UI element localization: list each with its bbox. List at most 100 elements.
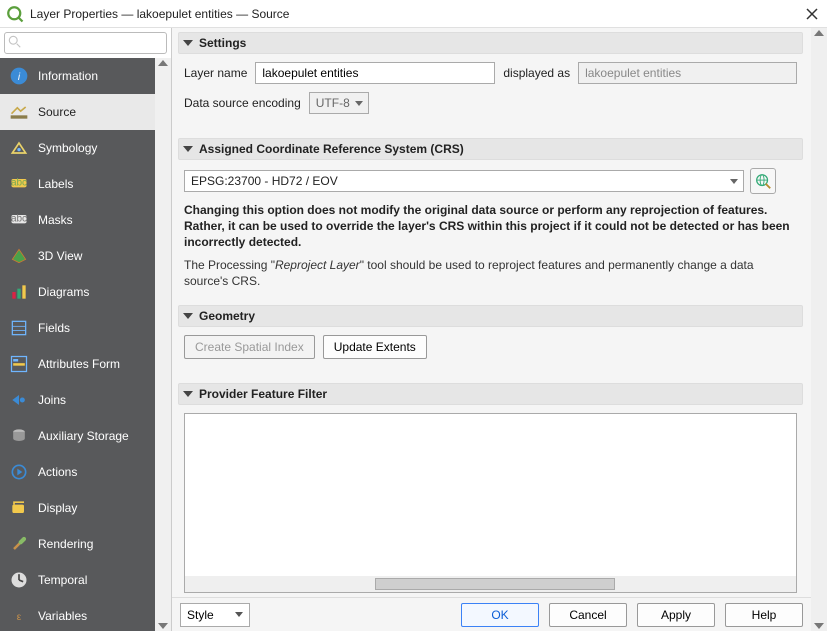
main-scrollbar[interactable]	[811, 28, 827, 631]
crs-picker-button[interactable]	[750, 168, 776, 194]
sidebar-item-label: Rendering	[38, 537, 93, 551]
section-header-geometry[interactable]: Geometry	[178, 305, 803, 327]
scroll-up-icon[interactable]	[158, 60, 168, 66]
close-button[interactable]	[803, 5, 821, 23]
sidebar-item-label: Display	[38, 501, 77, 515]
sidebar-item-variables[interactable]: ε Variables	[0, 598, 155, 631]
crs-hint-text: The Processing "Reproject Layer" tool sh…	[184, 257, 797, 289]
apply-button[interactable]: Apply	[637, 603, 715, 627]
sidebar-item-label: Source	[38, 105, 76, 119]
sidebar-item-diagrams[interactable]: Diagrams	[0, 274, 155, 310]
displayed-as-input	[578, 62, 797, 84]
collapse-icon	[183, 146, 193, 152]
sidebar-icon: abc	[8, 173, 30, 195]
app-logo	[6, 5, 24, 23]
sidebar-item-label: Temporal	[38, 573, 87, 587]
svg-text:ε: ε	[17, 612, 22, 623]
sidebar-icon	[8, 317, 30, 339]
sidebar-item-actions[interactable]: Actions	[0, 454, 155, 490]
sidebar: i Information Source Symbology abc Labels abc M…	[0, 58, 171, 631]
sidebar-item-information[interactable]: i Information	[0, 58, 155, 94]
sidebar-item-attributes-form[interactable]: Attributes Form	[0, 346, 155, 382]
sidebar-item-label: Masks	[38, 213, 73, 227]
section-title: Assigned Coordinate Reference System (CR…	[199, 142, 464, 156]
sidebar-icon	[8, 353, 30, 375]
crs-warning-text: Changing this option does not modify the…	[184, 202, 797, 251]
sidebar-item-label: Actions	[38, 465, 77, 479]
sidebar-icon	[8, 101, 30, 123]
svg-text:abc: abc	[11, 178, 27, 189]
displayed-as-label: displayed as	[503, 66, 570, 80]
window-title: Layer Properties — lakoepulet entities —…	[30, 7, 803, 21]
sidebar-scrollbar[interactable]	[155, 58, 171, 631]
sidebar-search-wrap	[0, 28, 171, 58]
collapse-icon	[183, 391, 193, 397]
sidebar-item-joins[interactable]: Joins	[0, 382, 155, 418]
scroll-up-icon[interactable]	[814, 30, 824, 36]
ok-button[interactable]: OK	[461, 603, 539, 627]
sidebar-icon	[8, 461, 30, 483]
sidebar-item-label: Diagrams	[38, 285, 89, 299]
style-menu-button[interactable]: Style	[180, 603, 250, 627]
dialog-footer: Style OK Cancel Apply Help	[172, 597, 811, 631]
sidebar-item-label: Labels	[38, 177, 73, 191]
sidebar-item-fields[interactable]: Fields	[0, 310, 155, 346]
sidebar-icon	[8, 281, 30, 303]
search-icon	[8, 35, 22, 49]
sidebar-item-temporal[interactable]: Temporal	[0, 562, 155, 598]
section-title: Provider Feature Filter	[199, 387, 327, 401]
scroll-down-icon[interactable]	[158, 623, 168, 629]
sidebar-item-label: Auxiliary Storage	[38, 429, 129, 443]
section-header-settings[interactable]: Settings	[178, 32, 803, 54]
sidebar-icon	[8, 389, 30, 411]
svg-text:abc: abc	[11, 214, 27, 225]
sidebar-item-label: Variables	[38, 609, 87, 623]
encoding-combo[interactable]: UTF-8	[309, 92, 369, 114]
sidebar-item-label: Fields	[38, 321, 70, 335]
sidebar-item-label: Joins	[38, 393, 66, 407]
sidebar-item-label: Attributes Form	[38, 357, 120, 371]
filter-textarea[interactable]	[184, 413, 797, 593]
sidebar-icon	[8, 425, 30, 447]
section-header-filter[interactable]: Provider Feature Filter	[178, 383, 803, 405]
filter-hscrollbar[interactable]	[185, 576, 796, 592]
sidebar-item-3d-view[interactable]: 3D View	[0, 238, 155, 274]
section-header-crs[interactable]: Assigned Coordinate Reference System (CR…	[178, 138, 803, 160]
sidebar-item-label: Symbology	[38, 141, 97, 155]
sidebar-item-symbology[interactable]: Symbology	[0, 130, 155, 166]
sidebar-item-source[interactable]: Source	[0, 94, 155, 130]
layer-name-input[interactable]	[255, 62, 495, 84]
section-title: Geometry	[199, 309, 255, 323]
sidebar-item-display[interactable]: Display	[0, 490, 155, 526]
sidebar-icon	[8, 245, 30, 267]
sidebar-icon	[8, 497, 30, 519]
crs-combo[interactable]: EPSG:23700 - HD72 / EOV	[184, 170, 744, 192]
scrollbar-thumb[interactable]	[375, 578, 615, 590]
cancel-button[interactable]: Cancel	[549, 603, 627, 627]
scroll-down-icon[interactable]	[814, 623, 824, 629]
collapse-icon	[183, 40, 193, 46]
dropdown-icon	[235, 612, 243, 617]
collapse-icon	[183, 313, 193, 319]
sidebar-item-label: 3D View	[38, 249, 82, 263]
sidebar-icon	[8, 137, 30, 159]
sidebar-icon	[8, 533, 30, 555]
sidebar-icon: abc	[8, 209, 30, 231]
sidebar-item-auxiliary-storage[interactable]: Auxiliary Storage	[0, 418, 155, 454]
section-title: Settings	[199, 36, 246, 50]
help-button[interactable]: Help	[725, 603, 803, 627]
sidebar-item-rendering[interactable]: Rendering	[0, 526, 155, 562]
create-spatial-index-button: Create Spatial Index	[184, 335, 315, 359]
sidebar-icon: ε	[8, 605, 30, 627]
update-extents-button[interactable]: Update Extents	[323, 335, 427, 359]
sidebar-item-masks[interactable]: abc Masks	[0, 202, 155, 238]
sidebar-item-label: Information	[38, 69, 98, 83]
sidebar-icon: i	[8, 65, 30, 87]
layer-name-label: Layer name	[184, 66, 247, 80]
sidebar-icon	[8, 569, 30, 591]
encoding-label: Data source encoding	[184, 96, 301, 110]
sidebar-item-labels[interactable]: abc Labels	[0, 166, 155, 202]
main-panel: Settings Layer name displayed as Data so…	[172, 28, 811, 631]
sidebar-search-input[interactable]	[4, 32, 167, 54]
titlebar: Layer Properties — lakoepulet entities —…	[0, 0, 827, 28]
